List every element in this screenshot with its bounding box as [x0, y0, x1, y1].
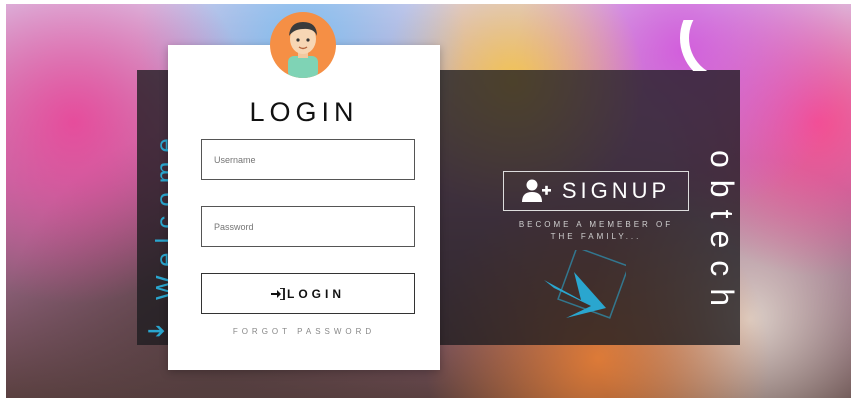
user-avatar-icon: [288, 22, 318, 78]
login-button-label: LOGIN: [287, 286, 345, 301]
forgot-password-link[interactable]: FORGOT PASSWORD: [168, 327, 440, 336]
signup-button[interactable]: SIGNUP: [503, 171, 689, 211]
signup-subtitle-line1: BECOME A MEMEBER OF: [518, 220, 674, 229]
avatar: [270, 12, 336, 78]
signup-subtitle: BECOME A MEMEBER OF THE FAMILY...: [495, 219, 697, 243]
brand-name: obtech: [704, 150, 740, 319]
username-input[interactable]: [201, 139, 415, 180]
add-user-icon: [521, 179, 551, 202]
signup-label: SIGNUP: [561, 178, 671, 203]
sign-in-icon: [271, 287, 285, 300]
arrow-icon: ➔: [147, 318, 166, 343]
arrow-icon: [544, 250, 626, 319]
login-button[interactable]: LOGIN: [201, 273, 415, 314]
login-title: LOGIN: [249, 97, 359, 127]
signup-subtitle-line2: THE FAMILY...: [550, 232, 642, 241]
password-input[interactable]: [201, 206, 415, 247]
decorative-arc: [660, 20, 741, 71]
